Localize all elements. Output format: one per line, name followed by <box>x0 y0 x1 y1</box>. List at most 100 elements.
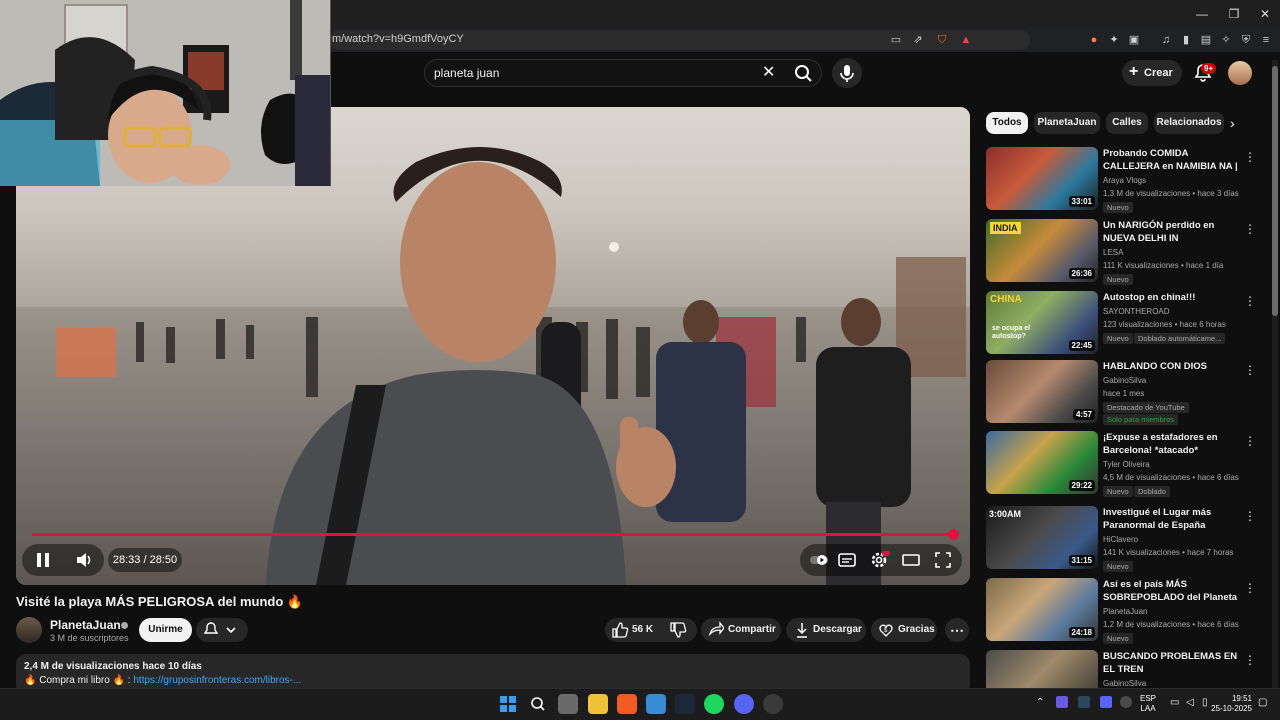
obs-icon[interactable] <box>763 694 783 714</box>
join-button[interactable]: Unirme <box>139 618 192 642</box>
chip-todos[interactable]: Todos <box>986 112 1028 134</box>
network-icon[interactable]: ▭ <box>1170 697 1179 708</box>
like-button[interactable]: 56 K <box>610 619 666 641</box>
chevron-right-icon[interactable]: › <box>1230 114 1246 132</box>
voice-search-button[interactable] <box>832 58 862 88</box>
recommendation-title[interactable]: Autostop en china!!! <box>1103 291 1239 304</box>
thumbnail[interactable]: 3:00AM 31:15 <box>986 506 1098 569</box>
recommendation-channel[interactable]: HiClavero <box>1103 535 1138 544</box>
recommendation-item[interactable]: 33:01 Probando COMIDA CALLEJERA en NAMIB… <box>986 147 1266 213</box>
photos-icon[interactable] <box>646 694 666 714</box>
recommendation-item[interactable]: 24:18 Así es el país MÁS SOBREPOBLADO de… <box>986 578 1266 644</box>
file-explorer-icon[interactable] <box>588 694 608 714</box>
more-vert-icon[interactable]: ⋮ <box>1244 653 1256 667</box>
wallet-icon[interactable]: ▤ <box>1198 32 1214 48</box>
thumbnail[interactable]: CHINA se ocupa el autostop? 22:45 <box>986 291 1098 354</box>
recommendation-title[interactable]: ¡Expuse a estafadores en Barcelona! *ata… <box>1103 431 1239 457</box>
clock[interactable]: 19:51 25-10-2025 <box>1211 694 1252 714</box>
speaker-icon[interactable]: ◁ <box>1186 697 1194 708</box>
task-view-icon[interactable] <box>558 694 578 714</box>
share-page-icon[interactable]: ⇗ <box>910 32 926 48</box>
cast-icon[interactable]: ▭ <box>888 32 904 48</box>
volume-button[interactable] <box>73 549 95 576</box>
description-link[interactable]: https://gruposinfronteras.com/libros-... <box>133 675 301 686</box>
recommendation-channel[interactable]: Araya Vlogs <box>1103 176 1146 185</box>
discord-icon[interactable] <box>734 694 754 714</box>
windows-start-icon[interactable] <box>498 694 518 714</box>
extension-icon[interactable]: ● <box>1086 32 1102 48</box>
recommendation-title[interactable]: Así es el país MÁS SOBREPOBLADO del Plan… <box>1103 578 1239 604</box>
recommendation-item[interactable]: BUSCANDO PROBLEMAS EN EL TREN GabinoSilv… <box>986 650 1266 688</box>
more-vert-icon[interactable]: ⋮ <box>1244 294 1256 308</box>
recommendation-item[interactable]: CHINA se ocupa el autostop? 22:45 Autostop… <box>986 291 1266 355</box>
thumbnail[interactable]: 33:01 <box>986 147 1098 210</box>
taskbar-search-icon[interactable] <box>528 694 548 714</box>
brave-rewards-icon[interactable]: ▲ <box>958 32 974 48</box>
thumbnail[interactable]: 4:57 <box>986 360 1098 423</box>
recommendation-item[interactable]: 29:22 ¡Expuse a estafadores en Barcelona… <box>986 431 1266 497</box>
search-button[interactable] <box>786 60 820 86</box>
spotify-icon[interactable] <box>704 694 724 714</box>
recommendation-item[interactable]: 3:00AM 31:15 Investigué el Lugar más Para… <box>986 506 1266 572</box>
subscription-bell-button[interactable] <box>196 618 248 642</box>
thumbnail[interactable]: 29:22 <box>986 431 1098 494</box>
progress-scrubber[interactable] <box>948 529 959 540</box>
search-input[interactable]: planeta juan <box>434 66 499 80</box>
recommendation-channel[interactable]: Tyler Oliveira <box>1103 460 1150 469</box>
thumbnail[interactable] <box>986 650 1098 688</box>
chip-calles[interactable]: Calles <box>1106 112 1148 134</box>
pause-button[interactable] <box>32 549 54 576</box>
settings-button[interactable] <box>868 549 890 571</box>
autoplay-toggle[interactable] <box>808 549 830 571</box>
vpn-icon[interactable]: ⛨ <box>1238 32 1254 48</box>
fullscreen-button[interactable] <box>932 549 954 571</box>
more-vert-icon[interactable]: ⋮ <box>1244 150 1256 164</box>
chip-planetajuan[interactable]: PlanetaJuan <box>1034 112 1100 134</box>
chip-relacionados[interactable]: Relacionados <box>1154 112 1224 134</box>
more-vert-icon[interactable]: ⋮ <box>1244 434 1256 448</box>
tray-mic-icon[interactable] <box>1120 696 1132 708</box>
channel-avatar[interactable] <box>16 617 42 643</box>
leo-icon[interactable]: ✧ <box>1218 32 1234 48</box>
more-vert-icon[interactable]: ⋮ <box>1244 581 1256 595</box>
recommendation-title[interactable]: Un NARIGÓN perdido en NUEVA DELHI IN <box>1103 219 1239 245</box>
channel-name[interactable]: PlanetaJuan <box>50 618 121 632</box>
tray-discord-icon[interactable] <box>1100 696 1112 708</box>
recommendation-title[interactable]: HABLANDO CON DIOS <box>1103 360 1239 373</box>
recommendation-channel[interactable]: GabinoSilva <box>1103 376 1146 385</box>
more-vert-icon[interactable]: ⋮ <box>1244 363 1256 377</box>
notification-center-icon[interactable]: ▢ <box>1258 697 1267 708</box>
recommendation-item[interactable]: 4:57 HABLANDO CON DIOS GabinoSilva hace … <box>986 360 1266 425</box>
music-icon[interactable]: ♫ <box>1158 32 1174 48</box>
brave-browser-icon[interactable] <box>617 694 637 714</box>
more-vert-icon[interactable]: ⋮ <box>1244 222 1256 236</box>
recommendation-title[interactable]: BUSCANDO PROBLEMAS EN EL TREN <box>1103 650 1239 676</box>
recommendation-channel[interactable]: SAYONTHEROAD <box>1103 307 1170 316</box>
maximize-icon[interactable]: ❐ <box>1224 4 1244 24</box>
puzzle-icon[interactable]: ✦ <box>1106 32 1122 48</box>
subtitles-button[interactable] <box>836 549 858 571</box>
sidebar-icon[interactable]: ▮ <box>1178 32 1194 48</box>
tray-steam-icon[interactable] <box>1078 696 1090 708</box>
clear-search-icon[interactable]: ✕ <box>762 63 778 83</box>
recommendation-item[interactable]: INDIA 26:36 Un NARIGÓN perdido en NUEVA D… <box>986 219 1266 285</box>
theater-mode-button[interactable] <box>900 549 922 571</box>
thumbnail[interactable]: INDIA 26:36 <box>986 219 1098 282</box>
user-avatar[interactable] <box>1228 61 1252 85</box>
screenshot-icon[interactable]: ▣ <box>1126 32 1142 48</box>
recommendation-channel[interactable]: GabinoSilva <box>1103 679 1146 688</box>
language-indicator[interactable]: ESP LAA <box>1140 694 1156 714</box>
dislike-button[interactable] <box>668 619 688 641</box>
more-actions-button[interactable]: ⋯ <box>945 618 969 642</box>
menu-icon[interactable]: ≡ <box>1258 32 1274 48</box>
thumbnail[interactable]: 24:18 <box>986 578 1098 641</box>
scrollbar-thumb[interactable] <box>1272 66 1278 316</box>
recommendation-title[interactable]: Probando COMIDA CALLEJERA en NAMIBIA NA … <box>1103 147 1239 173</box>
steam-icon[interactable] <box>675 694 695 714</box>
progress-bar[interactable] <box>32 533 954 536</box>
more-vert-icon[interactable]: ⋮ <box>1244 509 1256 523</box>
url-text[interactable]: m/watch?v=h9GmdfVoyCY <box>332 33 464 45</box>
recommendation-channel[interactable]: PlanetaJuan <box>1103 607 1147 616</box>
tray-overflow-icon[interactable]: ⌃ <box>1036 697 1044 708</box>
recommendation-channel[interactable]: LESA <box>1103 248 1123 257</box>
